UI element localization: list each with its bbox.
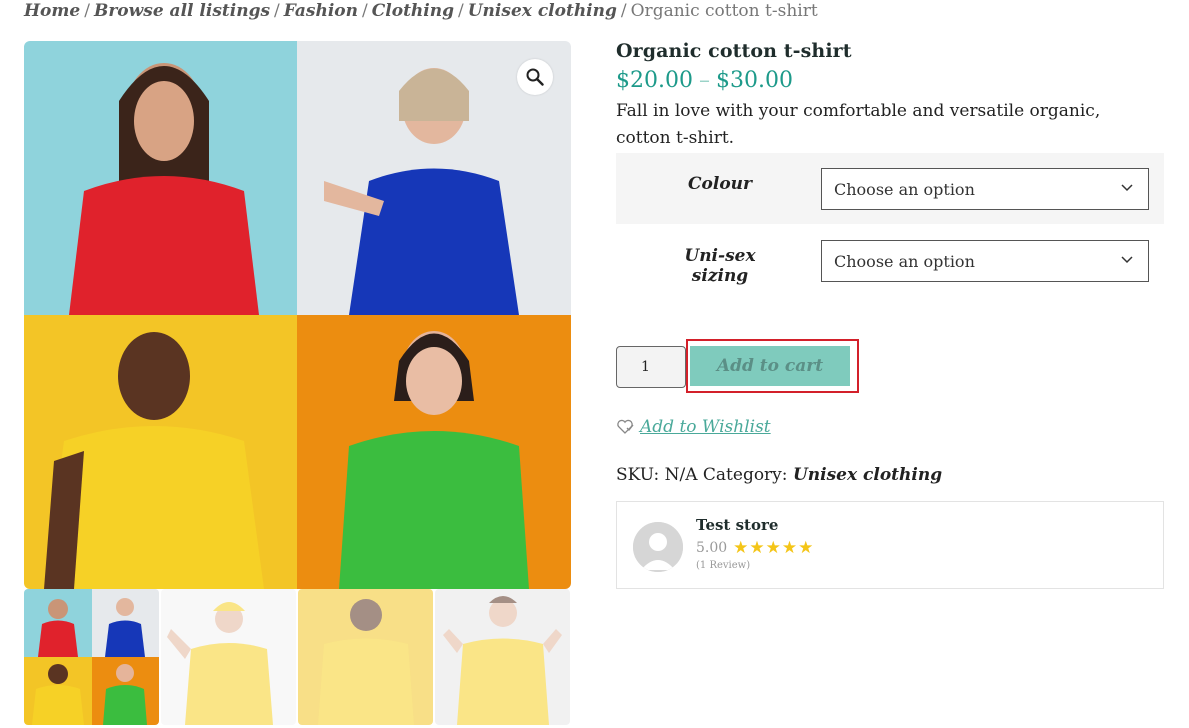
category-link[interactable]: Unisex clothing: [793, 465, 942, 485]
breadcrumb: Home / Browse all listings / Fashion / Clothin…: [24, 1, 818, 21]
price-high: $30.00: [715, 68, 793, 93]
heart-icon: [617, 419, 634, 434]
thumbnail-3[interactable]: [298, 589, 433, 725]
category-label: Category:: [702, 465, 788, 485]
star-rating-icon: ★★★★★: [733, 538, 815, 558]
variation-label-sizing: Uni-sex sizing: [684, 246, 756, 286]
product-meta: SKU: N/A Category: Unisex clothing: [616, 465, 942, 485]
sku-value: N/A: [664, 465, 698, 485]
sizing-select[interactable]: Choose an option: [821, 240, 1149, 282]
variations-table: Colour Choose an option Uni-sex sizing C…: [616, 153, 1164, 295]
store-rating-value: 5.00: [696, 540, 728, 556]
breadcrumb-browse-all-listings[interactable]: Browse all listings: [94, 1, 270, 21]
product-short-description: Fall in love with your comfortable and v…: [616, 101, 1101, 148]
store-name[interactable]: Test store: [696, 516, 778, 534]
zoom-button[interactable]: [517, 59, 553, 95]
variation-row-colour: Colour Choose an option: [616, 153, 1164, 224]
variation-row-sizing: Uni-sex sizing Choose an option: [616, 224, 1164, 295]
variation-label-colour: Colour: [688, 174, 752, 194]
thumbnail-1[interactable]: [24, 589, 159, 725]
thumbnail-strip: [24, 589, 571, 728]
store-review-count: (1 Review): [696, 560, 751, 571]
chevron-down-icon: [1121, 256, 1133, 264]
sizing-select-value: Choose an option: [834, 251, 975, 271]
product-title: Organic cotton t-shirt: [616, 40, 852, 62]
breadcrumb-clothing[interactable]: Clothing: [372, 1, 454, 21]
breadcrumb-current: Organic cotton t-shirt: [630, 1, 818, 21]
product-main-image[interactable]: [24, 41, 571, 589]
avatar-placeholder-icon: [633, 522, 683, 572]
sku-label: SKU:: [616, 465, 660, 485]
thumbnail-4[interactable]: [435, 589, 570, 725]
magnifier-icon: [526, 68, 544, 86]
colour-select-value: Choose an option: [834, 179, 975, 199]
store-rating: 5.00 ★★★★★: [696, 538, 814, 558]
chevron-down-icon: [1121, 184, 1133, 192]
product-price-range: $20.00– $30.00: [616, 68, 793, 93]
store-card[interactable]: Test store 5.00 ★★★★★ (1 Review): [616, 501, 1164, 589]
thumbnail-2[interactable]: [161, 589, 296, 725]
price-low: $20.00: [616, 68, 693, 93]
colour-select[interactable]: Choose an option: [821, 168, 1149, 210]
breadcrumb-fashion[interactable]: Fashion: [284, 1, 358, 21]
wishlist-link[interactable]: Add to Wishlist: [616, 417, 771, 437]
breadcrumb-unisex-clothing[interactable]: Unisex clothing: [468, 1, 617, 21]
tshirt-collage-image: [24, 41, 571, 589]
price-dash: –: [698, 68, 710, 93]
quantity-input[interactable]: 1: [616, 346, 686, 388]
avatar: [633, 522, 683, 572]
breadcrumb-home[interactable]: Home: [24, 1, 80, 21]
add-to-cart-button[interactable]: Add to cart: [690, 346, 850, 386]
wishlist-label[interactable]: Add to Wishlist: [640, 417, 771, 437]
